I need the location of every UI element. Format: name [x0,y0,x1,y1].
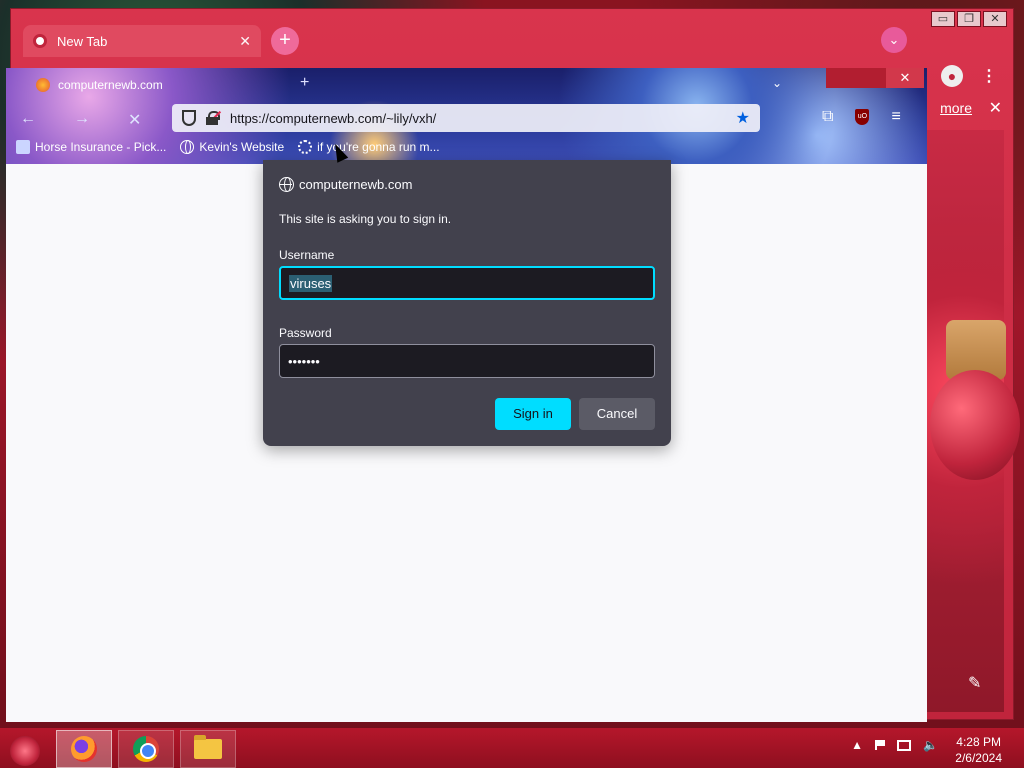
dialog-message: This site is asking you to sign in. [279,212,452,226]
url-text[interactable]: https://computernewb.com/~lily/vxh/ [230,111,726,126]
taskbar-firefox[interactable] [56,730,112,768]
password-label: Password [279,326,332,340]
hamburger-menu-icon[interactable]: ≡ [891,108,900,126]
username-value: viruses [289,274,333,292]
stop-icon[interactable]: ✕ [128,110,141,130]
chrome-tab-search-button[interactable]: ⌄ [881,27,907,53]
firefox-tab[interactable]: computernewb.com [36,74,163,96]
minimize-icon[interactable]: ▭ [931,11,955,27]
bookmark-item[interactable]: Horse Insurance - Pick... [16,140,166,154]
bookmarks-bar: Horse Insurance - Pick... Kevin's Websit… [16,140,440,154]
firefox-new-tab-icon[interactable]: + [300,74,309,92]
pencil-icon[interactable]: ✎ [968,673,981,693]
firefox-toolbar-area: computernewb.com + ⌄ ✕ ← → ✕ https://com… [6,68,927,164]
taskbar-explorer[interactable] [180,730,236,768]
chrome-icon [133,736,159,762]
start-button[interactable] [10,736,40,766]
folder-icon [194,735,222,759]
chrome-window-controls: ▭ ❐ ✕ [931,11,1007,27]
ornament-ball [930,370,1020,480]
chrome-tab-new-tab[interactable]: New Tab ✕ [23,25,261,57]
dialog-site-name: computernewb.com [299,177,413,192]
action-center-flag-icon[interactable] [875,740,886,750]
close-window-icon[interactable]: ✕ [983,11,1007,27]
extensions-icon[interactable]: ⧉ [822,108,833,126]
firefox-close-icon[interactable]: ✕ [886,68,924,88]
tracking-shield-icon[interactable] [182,110,196,126]
ublock-icon[interactable]: uO [855,109,870,125]
network-icon[interactable] [897,739,912,751]
chrome-tab-title: New Tab [57,33,108,49]
forward-icon[interactable]: → [74,110,90,130]
bookmark-item[interactable]: Kevin's Website [180,140,284,154]
globe-icon [180,140,195,154]
cancel-button[interactable]: Cancel [579,398,655,430]
bookmark-star-icon[interactable]: ★ [736,108,750,128]
sign-in-button[interactable]: Sign in [495,398,571,430]
firefox-tools: ⧉ uO ≡ [822,108,901,126]
system-tray: ▲ 🔈 [851,738,938,752]
url-bar[interactable]: https://computernewb.com/~lily/vxh/ ★ [172,104,760,132]
bookmark-page-icon [16,140,30,154]
globe-icon [279,177,294,192]
taskbar-clock[interactable]: 4:28 PM 2/6/2024 [955,734,1002,766]
firefox-favicon-icon [36,78,50,92]
password-field[interactable]: ••••••• [279,344,655,378]
chrome-toolbar: ● ⋮ [941,65,997,87]
back-icon[interactable]: ← [20,110,36,130]
profile-avatar-icon[interactable]: ● [941,65,963,87]
username-label: Username [279,248,335,262]
username-field[interactable]: viruses [279,266,655,300]
firefox-icon [71,736,97,762]
taskbar-chrome[interactable] [118,730,174,768]
sign-in-dialog: computernewb.com This site is asking you… [263,160,671,446]
chrome-menu-icon[interactable]: ⋮ [981,66,997,86]
clock-time: 4:28 PM [956,735,1001,749]
dialog-site: computernewb.com [279,177,412,192]
chrome-new-tab-button[interactable]: + [271,27,299,55]
bookmark-label: Kevin's Website [199,140,285,154]
bookmark-item[interactable]: if you're gonna run m... [298,140,440,154]
tab-list-chevron-icon[interactable]: ⌄ [772,76,782,90]
chrome-more-link[interactable]: more [940,100,972,116]
gear-icon [298,140,313,154]
tray-expand-icon[interactable]: ▲ [851,738,863,752]
insecure-lock-icon[interactable] [206,110,222,126]
restore-icon[interactable]: ❐ [957,11,981,27]
password-value: ••••••• [288,353,320,369]
chrome-dismiss-icon[interactable]: ✕ [989,98,1002,118]
bookmark-label: Horse Insurance - Pick... [35,140,167,154]
clock-date: 2/6/2024 [955,751,1002,765]
firefox-nav-buttons: ← → ✕ [20,110,141,130]
close-tab-icon[interactable]: ✕ [239,33,251,50]
chrome-favicon-icon [33,34,47,48]
firefox-tab-title: computernewb.com [58,78,163,92]
volume-muted-icon[interactable]: 🔈 [923,738,938,752]
